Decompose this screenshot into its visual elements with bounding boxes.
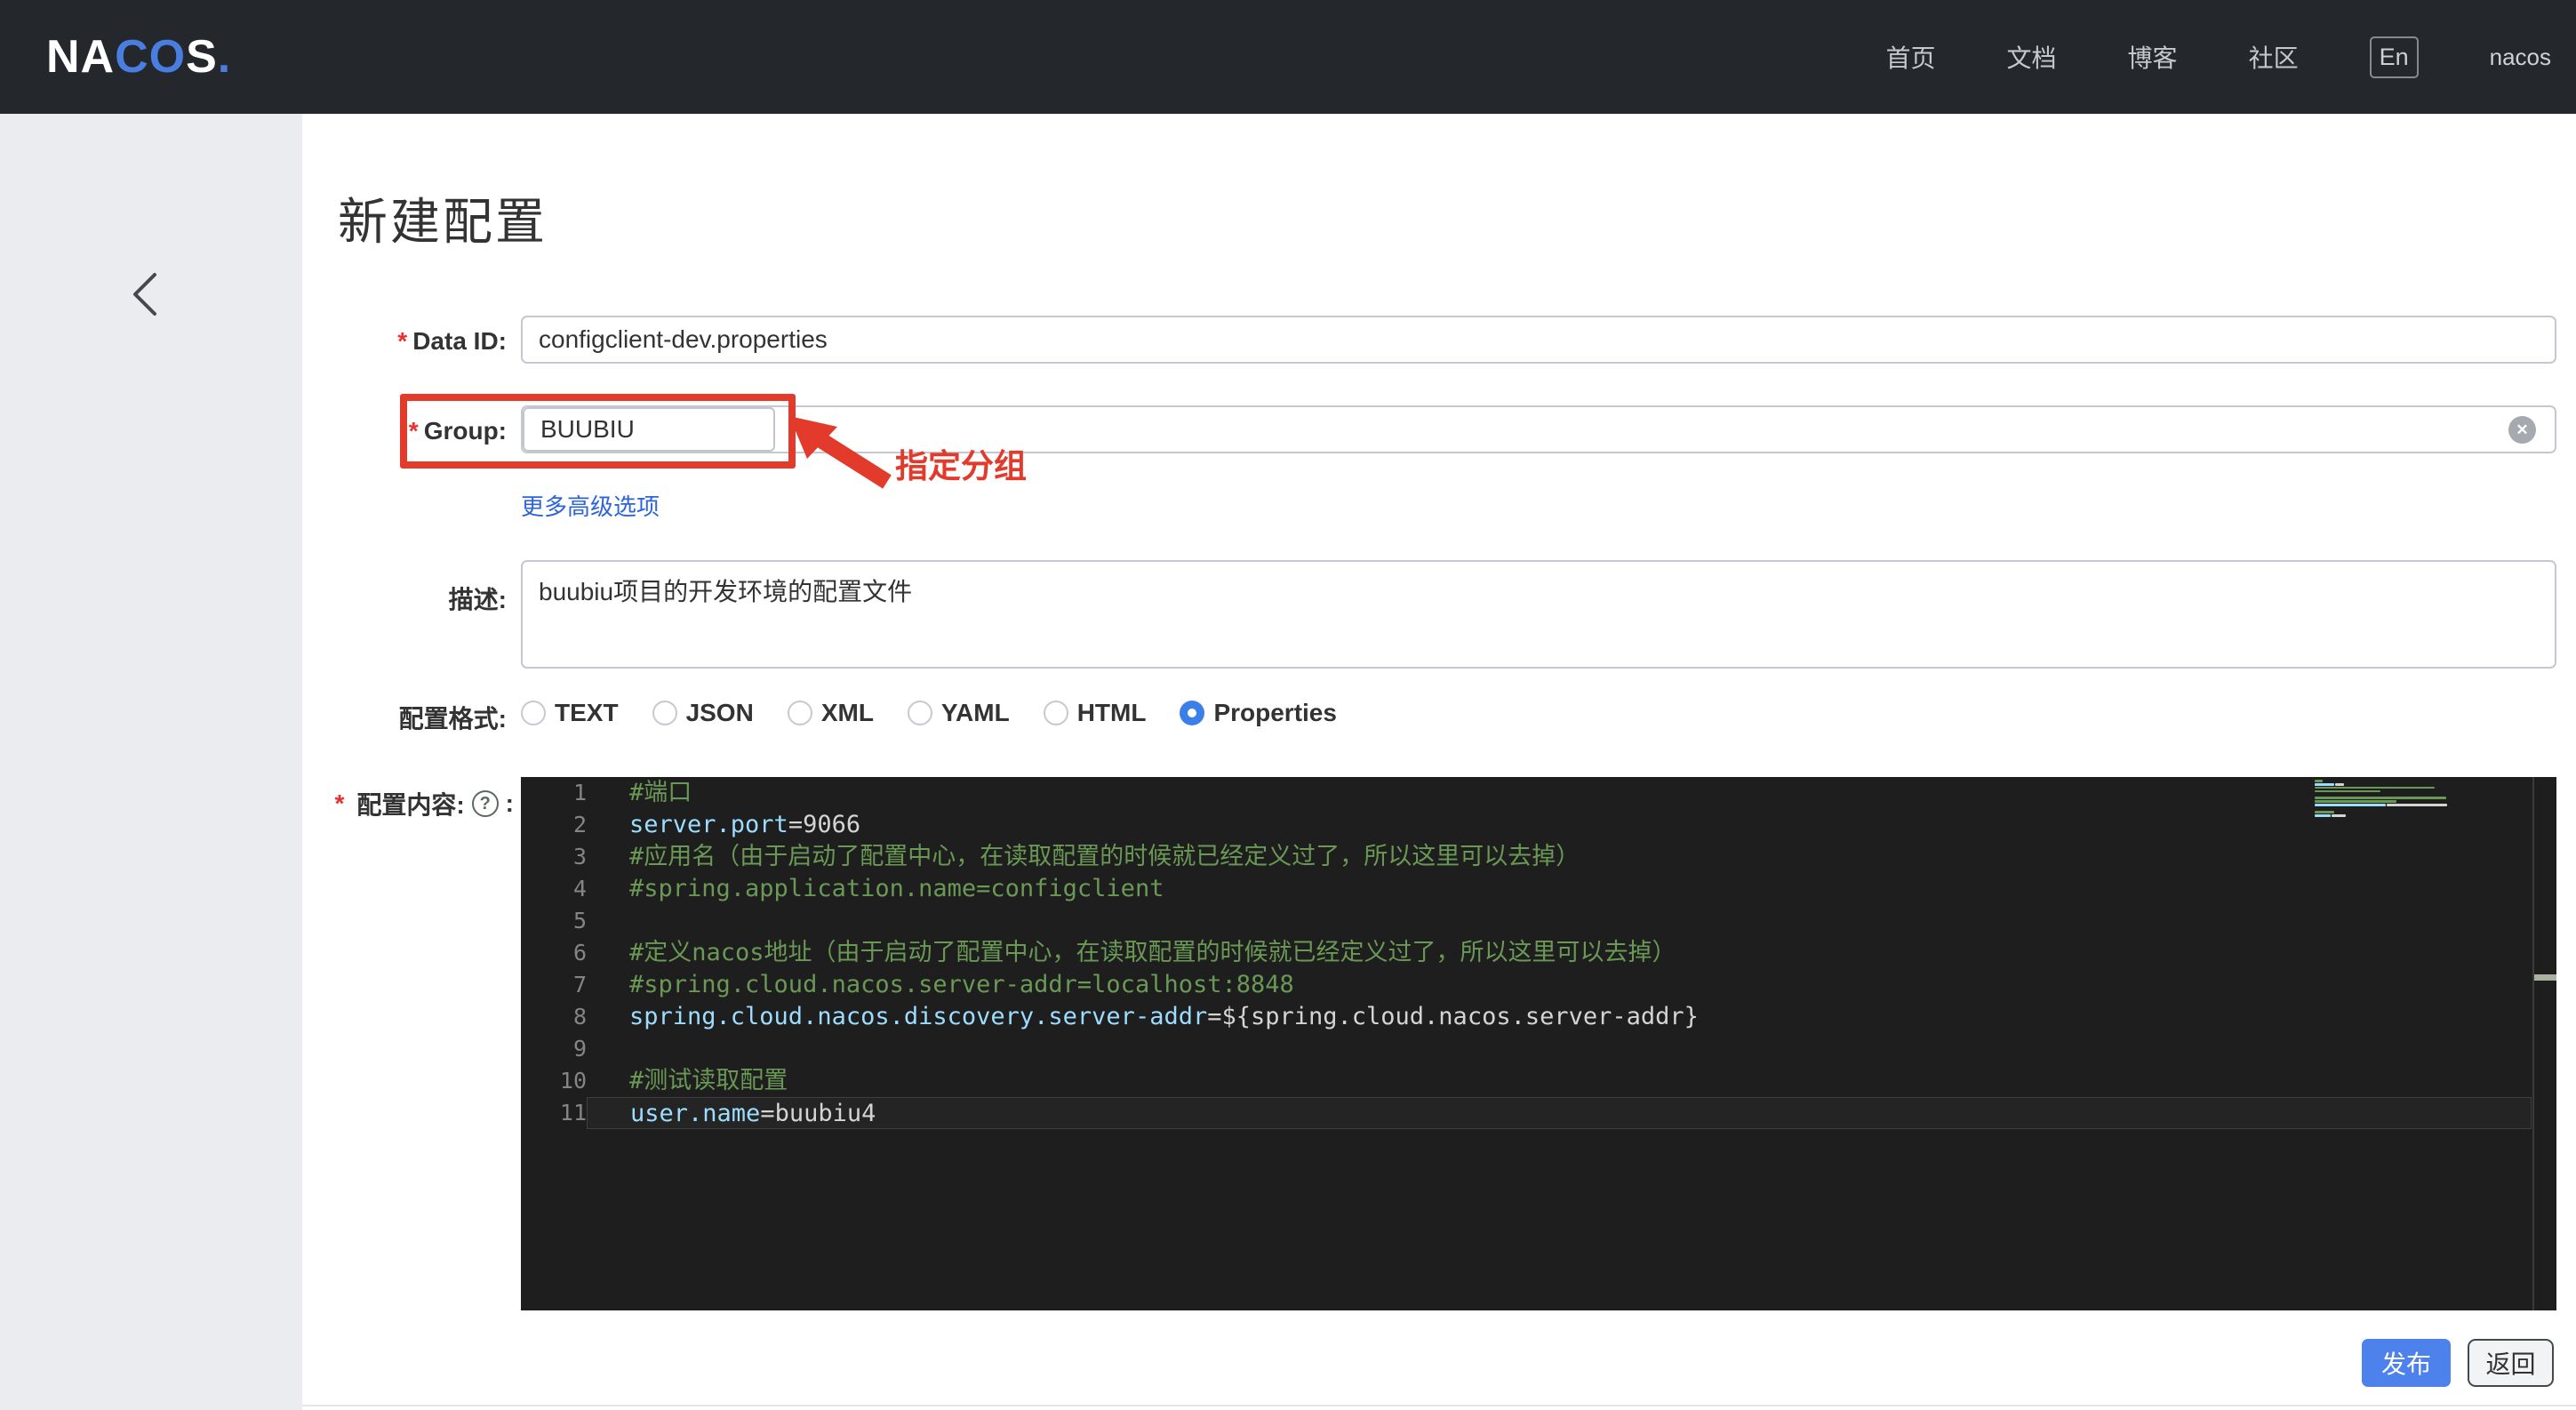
annotation-text: 指定分组 bbox=[895, 448, 1027, 485]
line-number: 4 bbox=[572, 876, 587, 901]
code-line: spring.cloud.nacos.discovery.server-addr… bbox=[629, 1003, 1699, 1030]
format-radio-text[interactable]: TEXT bbox=[521, 699, 619, 727]
config-content-label: * 配置内容: ? : bbox=[334, 789, 514, 819]
annotation-arrow-icon bbox=[789, 416, 892, 489]
radio-circle-icon bbox=[1180, 701, 1205, 725]
line-number: 1 bbox=[572, 780, 587, 805]
nacos-logo[interactable]: NA CO S. bbox=[46, 0, 231, 114]
radio-label: TEXT bbox=[555, 699, 619, 726]
editor-minimap[interactable] bbox=[2315, 780, 2528, 826]
logo-text: NA bbox=[46, 31, 116, 83]
radio-label: XML bbox=[820, 699, 874, 726]
group-input[interactable] bbox=[523, 407, 775, 452]
code-line: server.port=9066 bbox=[629, 811, 861, 838]
user-menu[interactable]: nacos bbox=[2490, 44, 2551, 71]
logo-text-2: S bbox=[186, 31, 218, 83]
line-number: 6 bbox=[572, 940, 587, 965]
sidebar bbox=[0, 114, 302, 1410]
line-number: 5 bbox=[572, 908, 587, 933]
language-toggle-button[interactable]: En bbox=[2369, 36, 2419, 78]
line-number: 11 bbox=[559, 1100, 587, 1126]
radio-circle-icon bbox=[907, 701, 932, 725]
radio-label: YAML bbox=[940, 699, 1010, 726]
line-number: 3 bbox=[572, 844, 587, 869]
code-line: #应用名（由于启动了配置中心，在读取配置的时候就已经定义过了，所以这里可以去掉） bbox=[629, 843, 1580, 870]
help-question-icon[interactable]: ? bbox=[471, 790, 499, 817]
description-label: 描述: bbox=[448, 586, 507, 613]
group-label: * Group: bbox=[408, 417, 507, 445]
line-number: 10 bbox=[559, 1068, 587, 1094]
logo-infinity-icon: CO bbox=[115, 31, 187, 83]
radio-circle-icon bbox=[652, 701, 677, 725]
format-radio-yaml[interactable]: YAML bbox=[907, 699, 1010, 727]
description-textarea[interactable]: buubiu项目的开发环境的配置文件 bbox=[521, 560, 2556, 669]
editor-line-numbers: 1 2 3 4 5 6 7 8 9 10 11 bbox=[521, 777, 587, 1129]
format-radio-properties[interactable]: Properties bbox=[1180, 699, 1337, 727]
content-label-suffix: : bbox=[505, 789, 514, 817]
radio-circle-icon bbox=[1043, 701, 1068, 725]
footer-divider bbox=[302, 1405, 2576, 1406]
line-number: 7 bbox=[572, 972, 587, 997]
publish-button[interactable]: 发布 bbox=[2362, 1339, 2451, 1387]
line-number: 2 bbox=[572, 812, 587, 837]
data-id-label: * Data ID: bbox=[397, 327, 507, 355]
required-asterisk: * bbox=[334, 789, 345, 817]
data-id-input[interactable] bbox=[521, 316, 2556, 364]
format-radio-xml[interactable]: XML bbox=[787, 699, 874, 727]
radio-label: Properties bbox=[1213, 699, 1337, 726]
nav-menu: 首页 文档 博客 社区 bbox=[1886, 39, 2299, 75]
radio-label: HTML bbox=[1076, 699, 1147, 726]
top-navbar: NA CO S. 首页 文档 博客 社区 En nacos bbox=[0, 0, 2576, 114]
navbar-right: 首页 文档 博客 社区 En nacos bbox=[1886, 0, 2551, 114]
format-radio-html[interactable]: HTML bbox=[1043, 699, 1147, 727]
format-label: 配置格式: bbox=[398, 705, 507, 733]
editor-scrollbar-track bbox=[2532, 777, 2534, 1310]
editor-scrollbar-thumb[interactable] bbox=[2534, 974, 2556, 981]
nacos-new-config-page: NA CO S. 首页 文档 博客 社区 En nacos 新建配置 * Data ID: … bbox=[0, 0, 2576, 1410]
more-advanced-options-link[interactable]: 更多高级选项 bbox=[521, 489, 660, 522]
radio-circle-icon bbox=[521, 701, 546, 725]
format-radio-group: TEXT JSON XML YAML HTML Properties bbox=[521, 699, 1337, 727]
editor-code-area[interactable]: #端口 server.port=9066 #应用名（由于启动了配置中心，在读取配置的… bbox=[587, 777, 2532, 1129]
required-asterisk: * bbox=[408, 417, 419, 445]
code-line: #定义nacos地址（由于启动了配置中心，在读取配置的时候就已经定义过了，所以这… bbox=[629, 939, 1676, 966]
format-radio-json[interactable]: JSON bbox=[652, 699, 754, 727]
radio-label: JSON bbox=[685, 699, 754, 726]
line-number: 8 bbox=[572, 1004, 587, 1029]
required-asterisk: * bbox=[397, 327, 408, 355]
nav-item[interactable]: 社区 bbox=[2249, 39, 2299, 75]
code-line: #spring.application.name=configclient bbox=[629, 875, 1164, 902]
back-button[interactable]: 返回 bbox=[2468, 1339, 2554, 1387]
logo-dot: . bbox=[217, 31, 232, 83]
code-line: #端口 bbox=[629, 779, 692, 806]
nav-item[interactable]: 首页 bbox=[1886, 39, 1936, 75]
code-line: user.name=buubiu4 bbox=[587, 1097, 2532, 1129]
config-content-editor[interactable]: 1 2 3 4 5 6 7 8 9 10 11 #端口 server.port=9066 #应用名（由于… bbox=[521, 777, 2556, 1310]
page-title: 新建配置 bbox=[338, 194, 548, 250]
radio-circle-icon bbox=[787, 701, 812, 725]
nav-item[interactable]: 文档 bbox=[2007, 39, 2057, 75]
code-line: #测试读取配置 bbox=[629, 1067, 788, 1094]
code-line: #spring.cloud.nacos.server-addr=localhos… bbox=[629, 971, 1294, 998]
collapse-back-chevron-icon[interactable] bbox=[124, 269, 167, 319]
line-number: 9 bbox=[572, 1036, 587, 1062]
nav-item[interactable]: 博客 bbox=[2128, 39, 2178, 75]
clear-group-icon[interactable]: ✕ bbox=[2508, 416, 2536, 444]
